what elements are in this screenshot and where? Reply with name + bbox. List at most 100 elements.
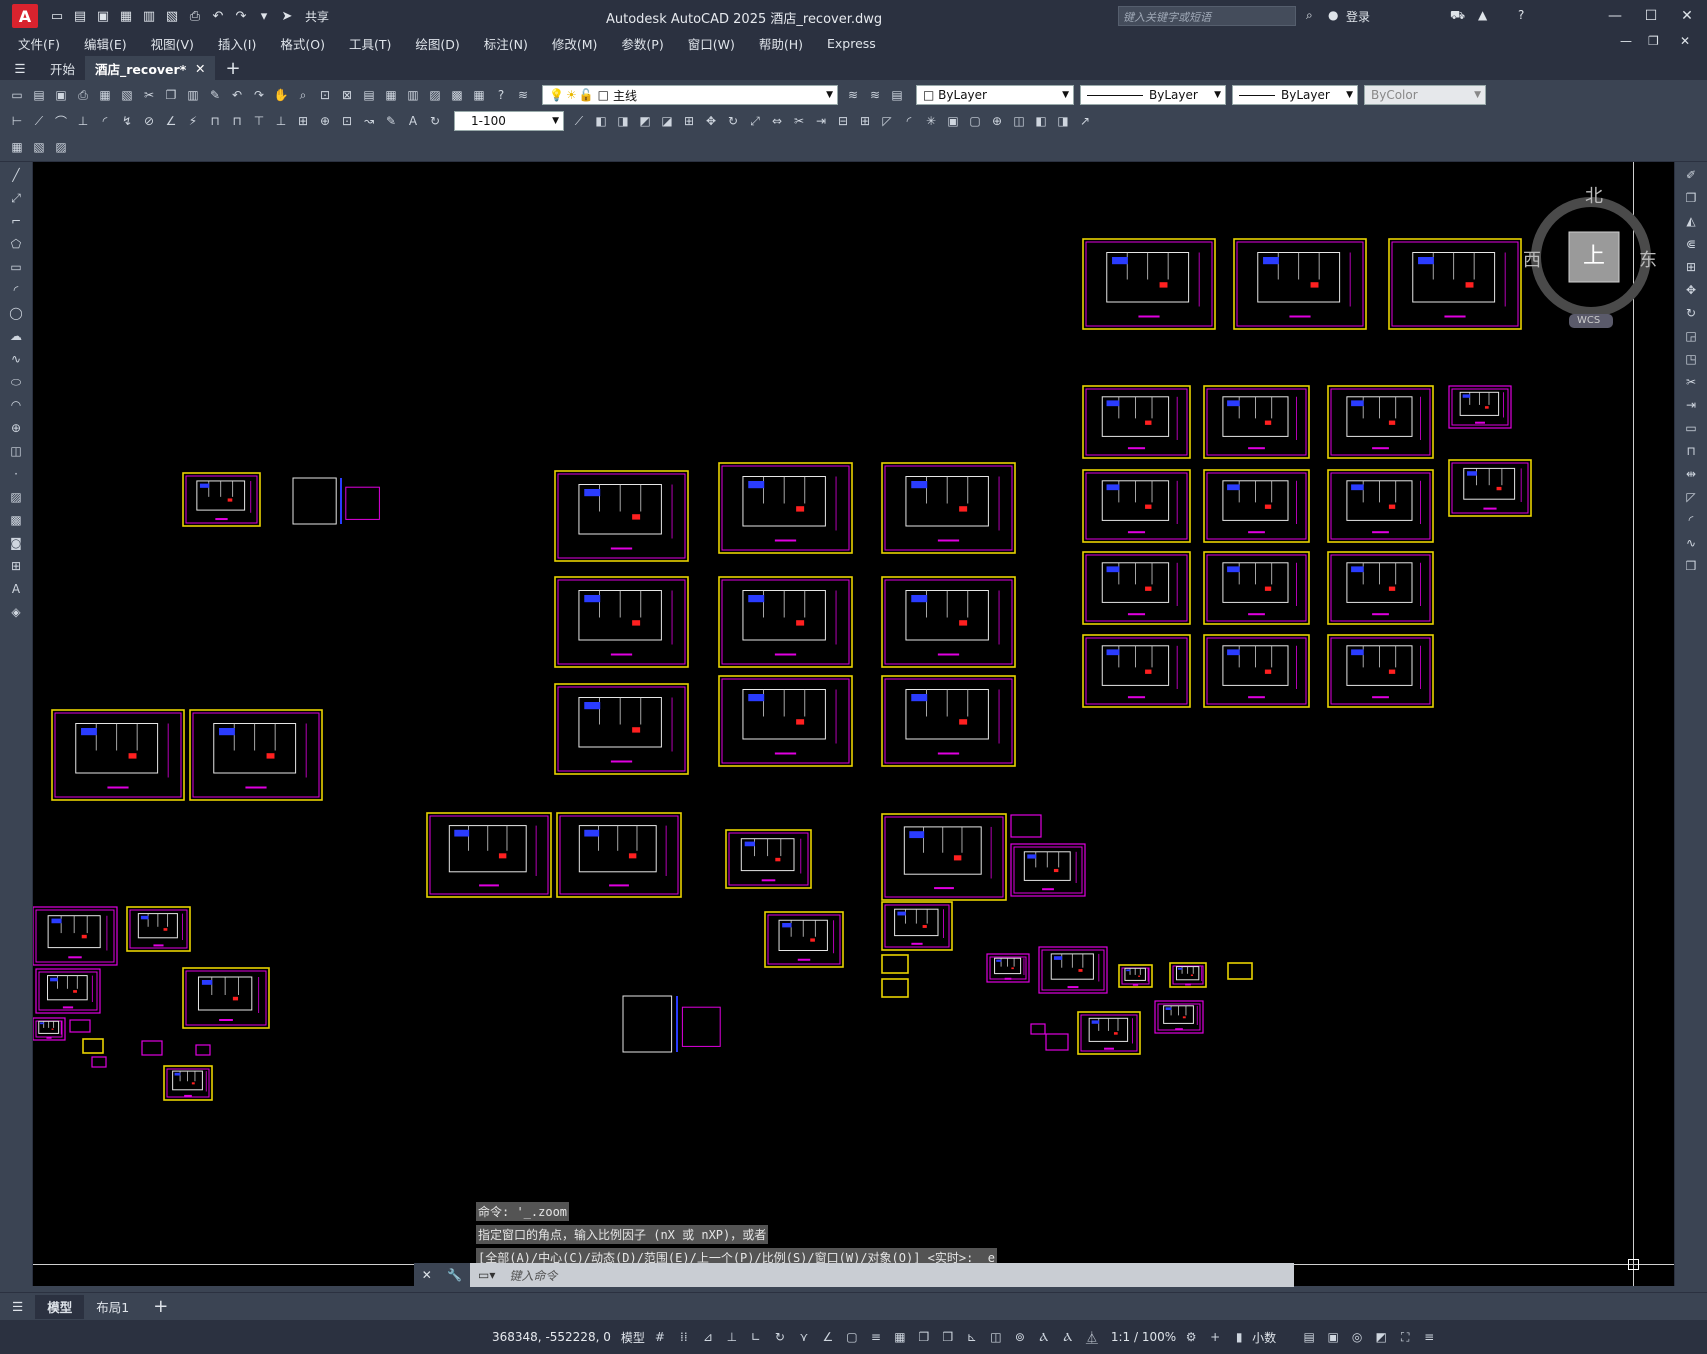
continue-dim-icon[interactable]: ⊓ [228, 112, 246, 130]
print-icon[interactable]: ⎙ [186, 7, 204, 25]
undo-icon[interactable]: ↶ [209, 7, 227, 25]
drawing-sheet[interactable] [1448, 459, 1532, 517]
drawing-sheet[interactable] [1448, 385, 1512, 429]
menu-modify[interactable]: 修改(M) [552, 34, 598, 53]
menu-help[interactable]: 帮助(H) [759, 34, 803, 53]
snap-icon[interactable]: ⁞⁞ [675, 1328, 693, 1346]
redo-icon[interactable]: ↷ [232, 7, 250, 25]
undo-icon[interactable]: ↶ [228, 86, 246, 104]
command-line[interactable]: ✕ 🔧 ▭▾ 键入命令 [414, 1263, 1294, 1287]
color-dropdown[interactable]: □ ByLayer ▼ [916, 85, 1074, 105]
make-current-layer-icon[interactable]: ≋ [844, 86, 862, 104]
diameter-dim-icon[interactable]: ⊘ [140, 112, 158, 130]
hamburger-menu-icon[interactable]: ☰ [0, 56, 40, 80]
auto-scale-icon[interactable]: Ⲁ [1059, 1328, 1077, 1346]
graphics-performance-icon[interactable]: ◩ [1372, 1328, 1390, 1346]
wcs-menu[interactable]: WCS [1577, 315, 1600, 326]
drawing-sheet[interactable] [33, 1017, 66, 1041]
blend-curves-icon[interactable]: ∿ [1682, 534, 1700, 552]
drawing-sheet[interactable] [881, 462, 1016, 554]
drawing-sheet[interactable] [881, 901, 953, 951]
tool-palettes-icon[interactable]: ▥ [404, 86, 422, 104]
transparency-icon[interactable]: ▦ [891, 1328, 909, 1346]
explode-icon[interactable]: ❒ [1682, 557, 1700, 575]
drawing-sheet[interactable] [1082, 551, 1191, 625]
menu-dimension[interactable]: 标注(N) [484, 34, 528, 53]
xref-icon[interactable]: ↗ [1076, 112, 1094, 130]
grid-icon[interactable]: # [651, 1328, 669, 1346]
drawing-sheet[interactable] [1118, 964, 1153, 988]
dim-space-icon[interactable]: ⊤ [250, 112, 268, 130]
drawing-sheet[interactable] [881, 978, 909, 998]
selection-filter-icon[interactable]: ◫ [987, 1328, 1005, 1346]
move-icon[interactable]: ✥ [1682, 281, 1700, 299]
tab-start[interactable]: 开始 [40, 56, 85, 80]
menu-express[interactable]: Express [827, 36, 876, 51]
table-icon[interactable]: ⊞ [7, 557, 25, 575]
drawing-sheet[interactable] [1203, 385, 1310, 459]
tab-document[interactable]: 酒店_recover* ✕ [85, 56, 216, 80]
workspace-gear-icon[interactable]: ⚙ [1182, 1328, 1200, 1346]
drawing-sheet[interactable] [1327, 469, 1434, 543]
save-icon[interactable]: ▣ [94, 7, 112, 25]
cut-icon[interactable]: ✂ [140, 86, 158, 104]
viewcube-top-face[interactable]: 上 [1583, 238, 1605, 270]
menu-file[interactable]: 文件(F) [18, 34, 60, 53]
arc-length-icon[interactable]: ⌒ [52, 112, 70, 130]
baseline-dim-icon[interactable]: ⊓ [206, 112, 224, 130]
drawing-sheet[interactable] [1082, 469, 1191, 543]
lineweight-dropdown[interactable]: ByLayer ▼ [1232, 85, 1358, 105]
plot-icon[interactable]: ▧ [163, 7, 181, 25]
dynamic-ucs-icon[interactable]: ⊾ [963, 1328, 981, 1346]
paste-icon[interactable]: ▥ [184, 86, 202, 104]
dim-text-edit-icon[interactable]: A [404, 112, 422, 130]
circle-icon[interactable]: ◯ [7, 304, 25, 322]
chamfer-icon[interactable]: ◸ [1682, 488, 1700, 506]
selection-cycling-icon[interactable]: ❐ [915, 1328, 933, 1346]
viewcube-north[interactable]: 北 [1585, 182, 1603, 208]
extend-icon[interactable]: ⇥ [1682, 396, 1700, 414]
drawing-sheet[interactable] [1327, 385, 1434, 459]
drawing-sheet[interactable] [554, 683, 689, 775]
object-snap-tracking-icon[interactable]: ∠ [819, 1328, 837, 1346]
customize-dropdown-icon[interactable]: ▾ [255, 7, 273, 25]
customize-status-icon[interactable]: ≡ [1420, 1328, 1438, 1346]
annotation-visibility-icon[interactable]: Ⲁ [1035, 1328, 1053, 1346]
drawing-sheet[interactable] [881, 576, 1016, 668]
copy-icon[interactable]: ❐ [1682, 189, 1700, 207]
drawing-sheet[interactable] [1082, 634, 1191, 708]
drawing-sheet[interactable] [718, 675, 853, 767]
qnew-icon[interactable]: ▭ [8, 86, 26, 104]
redo-icon[interactable]: ↷ [250, 86, 268, 104]
revision-cloud-icon[interactable]: ☁ [7, 327, 25, 345]
coordinate-readout[interactable]: 368348, -552228, 0 [492, 1330, 611, 1344]
drawing-sheet[interactable] [1327, 551, 1434, 625]
tolerance-icon[interactable]: ⊞ [294, 112, 312, 130]
plotstyle-dropdown[interactable]: ByColor ▼ [1364, 85, 1486, 105]
login-button[interactable]: 登录 [1346, 8, 1370, 25]
fillet-icon[interactable]: ◜ [900, 112, 918, 130]
erase-icon[interactable]: ◧ [592, 112, 610, 130]
detail-drawing[interactable] [292, 477, 380, 525]
drawing-sheet[interactable] [1030, 1023, 1046, 1035]
help-icon[interactable]: ? [1518, 8, 1524, 22]
layer-walk-icon[interactable]: ▨ [52, 138, 70, 156]
viewcube-west[interactable]: 西 [1523, 246, 1541, 272]
doc-minimize-icon[interactable]: — [1620, 34, 1632, 48]
layer-states-icon[interactable]: ▤ [888, 86, 906, 104]
menu-parametric[interactable]: 参数(P) [621, 34, 663, 53]
group-icon[interactable]: ▣ [944, 112, 962, 130]
dimstyle-manager-icon[interactable]: ⟋ [570, 112, 588, 130]
close-tab-icon[interactable]: ✕ [195, 61, 205, 76]
customize-icon[interactable]: 🔧 [447, 1268, 462, 1282]
search-icon[interactable]: ⌕ [1306, 8, 1313, 23]
multiline-text-icon[interactable]: A [7, 580, 25, 598]
drawing-sheet[interactable] [141, 1040, 163, 1056]
drawing-sheet[interactable] [426, 812, 552, 898]
hatch-icon[interactable]: ▨ [7, 488, 25, 506]
join-icon[interactable]: ⊞ [856, 112, 874, 130]
units-icon[interactable]: ▮ [1230, 1328, 1248, 1346]
tab-model[interactable]: 模型 [35, 1294, 85, 1319]
erase-icon[interactable]: ✐ [1682, 166, 1700, 184]
drawing-sheet[interactable] [1203, 634, 1310, 708]
